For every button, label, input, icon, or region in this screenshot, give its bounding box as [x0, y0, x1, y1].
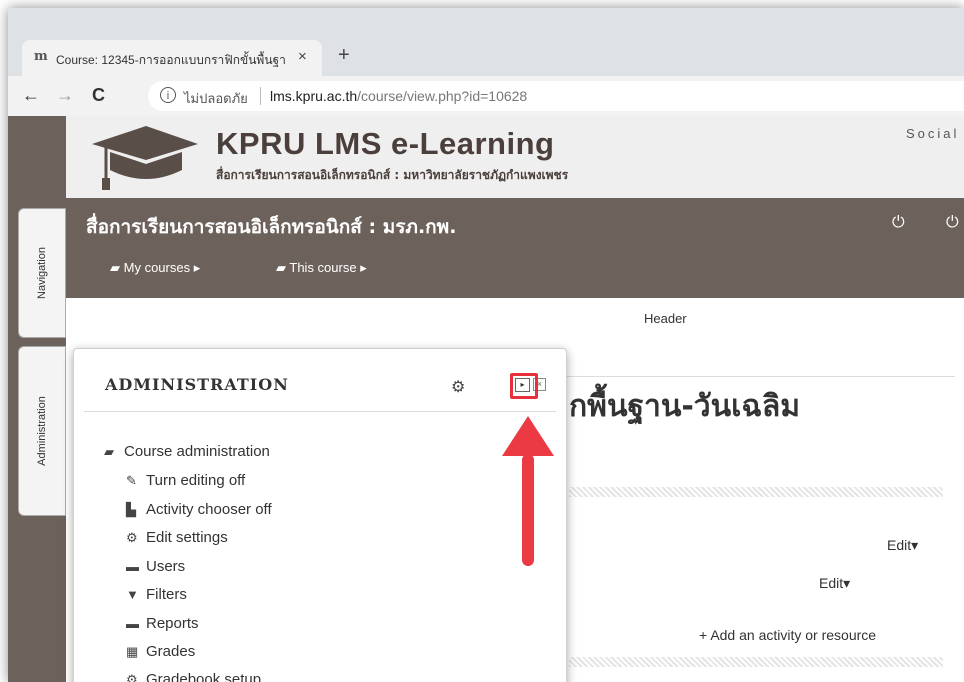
add-activity-label: Add an activity or resource	[710, 627, 877, 643]
caret-right-icon: ▸	[360, 260, 367, 275]
new-tab-button[interactable]: +	[338, 44, 350, 67]
menu-this-course[interactable]: ▰ This course ▸	[276, 260, 367, 276]
tree-item-label: Users	[146, 558, 186, 575]
plus-icon: +	[699, 627, 708, 643]
caret-down-icon: ▾	[843, 575, 851, 591]
tree-item-label: Turn editing off	[146, 472, 246, 489]
security-label: ไม่ปลอดภัย	[184, 91, 248, 106]
tree-item-label: Filters	[146, 586, 187, 603]
tree-item-activity-chooser[interactable]: ▙ Activity chooser off	[126, 501, 272, 518]
red-arrow-annotation	[502, 416, 554, 566]
block-divider	[84, 411, 556, 412]
navigation-dock-tab[interactable]: Navigation	[18, 208, 66, 338]
page-header-bar: สื่อการเรียนการสอนอิเล็กทรอนิกส์ : มรภ.ก…	[66, 198, 964, 298]
folder-open-icon: ▰	[104, 444, 114, 459]
tree-item-label: Course administration	[124, 443, 270, 460]
folder-icon: ▬	[126, 559, 139, 574]
tree-item-users[interactable]: ▬ Users	[126, 558, 185, 575]
filter-icon: ▼	[126, 587, 139, 602]
course-title: กพื้นฐาน-วันเฉลิม	[569, 389, 801, 424]
tree-item-label: Grades	[146, 643, 196, 660]
omnibox-separator	[260, 87, 261, 105]
book-icon: ▰	[276, 260, 286, 275]
url-text: lms.kpru.ac.th/course/view.php?id=10628	[270, 88, 527, 104]
section-divider	[569, 657, 943, 667]
administration-block: ADMINISTRATION ⚙ ▸ × ▰ Course administrat…	[73, 348, 567, 682]
caret-right-icon: ▸	[193, 260, 201, 275]
left-dock-strip: Navigation Administration	[8, 116, 66, 682]
url-path: /course/view.php?id=10628	[357, 88, 528, 104]
url-host: lms.kpru.ac.th	[270, 88, 358, 104]
tree-item-label: Reports	[146, 615, 199, 632]
administration-dock-tab[interactable]: Administration	[18, 346, 66, 516]
menu-my-courses[interactable]: ▰ My courses ▸	[110, 260, 200, 276]
administration-tab-label: Administration	[36, 396, 48, 466]
header-title[interactable]: สื่อการเรียนการสอนอิเล็กทรอนิกส์ : มรภ.ก…	[86, 212, 456, 242]
block-settings-icon[interactable]: ⚙	[451, 377, 465, 397]
back-button[interactable]: ←	[22, 85, 40, 106]
tab-title: Course: 12345-การออกแบบกราฟิกขั้นพื้นฐาน	[56, 53, 286, 67]
tree-item-gradebook-setup[interactable]: ⚙ Gradebook setup	[126, 671, 261, 682]
tree-item-label: Gradebook setup	[146, 671, 262, 682]
graduation-cap-logo-icon	[92, 126, 198, 190]
address-bar: ← → C i ไม่ปลอดภัย lms.kpru.ac.th/course…	[8, 76, 964, 117]
navigation-tab-label: Navigation	[36, 247, 48, 299]
tree-item-turn-editing-off[interactable]: ✎ Turn editing off	[126, 472, 245, 489]
folder-icon: ▬	[126, 616, 139, 631]
edit-label: Edit	[819, 575, 844, 591]
edit-menu-item[interactable]: Edit▾	[819, 575, 850, 592]
briefcase-icon: ▰	[110, 260, 120, 275]
web-page: Navigation Administration KPRU LMS e-Lea…	[8, 116, 964, 682]
tree-item-label: Edit settings	[146, 529, 228, 546]
cogs-icon: ⚙	[126, 530, 138, 545]
user-menu-icon[interactable]: ⏻	[946, 214, 959, 232]
highlight-box	[510, 373, 538, 399]
forward-button[interactable]: →	[56, 85, 74, 106]
block-title: ADMINISTRATION	[105, 375, 289, 394]
tree-item-label: Activity chooser off	[146, 501, 272, 518]
browser-tab-bar: m Course: 12345-การออกแบบกราฟิกขั้นพื้นฐ…	[8, 8, 964, 76]
add-activity-link[interactable]: + Add an activity or resource	[699, 627, 876, 643]
reload-button[interactable]: C	[92, 85, 105, 106]
info-icon[interactable]: i	[160, 87, 176, 103]
tree-item-filters[interactable]: ▼ Filters	[126, 586, 187, 603]
pencil-icon: ✎	[126, 473, 137, 488]
this-course-label: This course	[289, 260, 357, 275]
power-icon[interactable]: ⏻	[892, 214, 905, 232]
header-region-label: Header	[644, 311, 687, 326]
tree-item-reports[interactable]: ▬ Reports	[126, 615, 199, 632]
screenshot-frame: m Course: 12345-การออกแบบกราฟิกขั้นพื้นฐ…	[8, 8, 964, 682]
tree-item-edit-settings[interactable]: ⚙ Edit settings	[126, 529, 228, 546]
social-label: Social	[906, 126, 960, 141]
caret-down-icon: ▾	[911, 537, 919, 553]
site-banner: KPRU LMS e-Learning สื่อการเรียนการสอนอิ…	[66, 116, 964, 198]
cogs-icon: ⚙	[126, 672, 138, 682]
edit-label: Edit	[887, 537, 912, 553]
my-courses-label: My courses	[123, 260, 191, 275]
url-field[interactable]: i ไม่ปลอดภัย lms.kpru.ac.th/course/view.…	[148, 81, 964, 111]
site-title[interactable]: KPRU LMS e-Learning	[216, 126, 554, 162]
tree-item-course-administration[interactable]: ▰ Course administration	[104, 443, 270, 460]
browser-tab[interactable]: m Course: 12345-การออกแบบกราฟิกขั้นพื้นฐ…	[22, 40, 322, 76]
file-icon: ▙	[126, 502, 136, 517]
table-icon: ▦	[126, 644, 139, 659]
edit-menu-section[interactable]: Edit▾	[887, 537, 918, 554]
close-tab-icon[interactable]: ×	[298, 48, 307, 65]
section-divider	[569, 487, 943, 497]
tree-item-grades[interactable]: ▦ Grades	[126, 643, 195, 660]
moodle-favicon-icon: m	[34, 49, 48, 64]
site-subtitle: สื่อการเรียนการสอนอิเล็กทรอนิกส์ : มหาวิ…	[216, 168, 569, 182]
